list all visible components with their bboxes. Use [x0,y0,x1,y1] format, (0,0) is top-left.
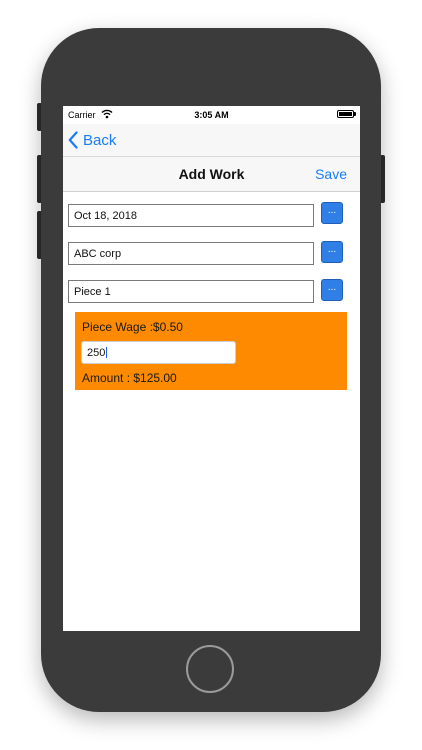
quantity-value: 250 [87,347,106,359]
amount-label: Amount : $125.00 [82,371,177,385]
date-picker-button[interactable]: ... [321,202,343,224]
wage-panel: Piece Wage :$0.50 250 Amount : $125.00 [75,312,347,390]
home-button[interactable] [186,645,234,693]
save-button[interactable]: Save [315,166,347,182]
quantity-input[interactable]: 250 [81,341,236,364]
piece-picker-button[interactable]: ... [321,279,343,301]
back-bar: Back [63,124,360,156]
company-picker-button[interactable]: ... [321,241,343,263]
status-time: 3:05 AM [194,110,229,120]
app-screen: Carrier 3:05 AM Back Add Work Save Oct 1… [63,106,360,631]
chevron-left-icon [68,131,78,149]
battery-icon [337,110,354,118]
navigation-bar: Add Work Save [63,156,360,192]
piece-wage-label: Piece Wage :$0.50 [82,320,183,334]
text-cursor [106,347,108,358]
back-button[interactable]: Back [68,129,116,151]
date-field[interactable]: Oct 18, 2018 [68,204,314,227]
back-label: Back [83,131,117,149]
battery-cap [354,112,356,116]
company-field[interactable]: ABC corp [68,242,314,265]
piece-field[interactable]: Piece 1 [68,280,314,303]
status-bar: Carrier 3:05 AM [63,106,360,124]
